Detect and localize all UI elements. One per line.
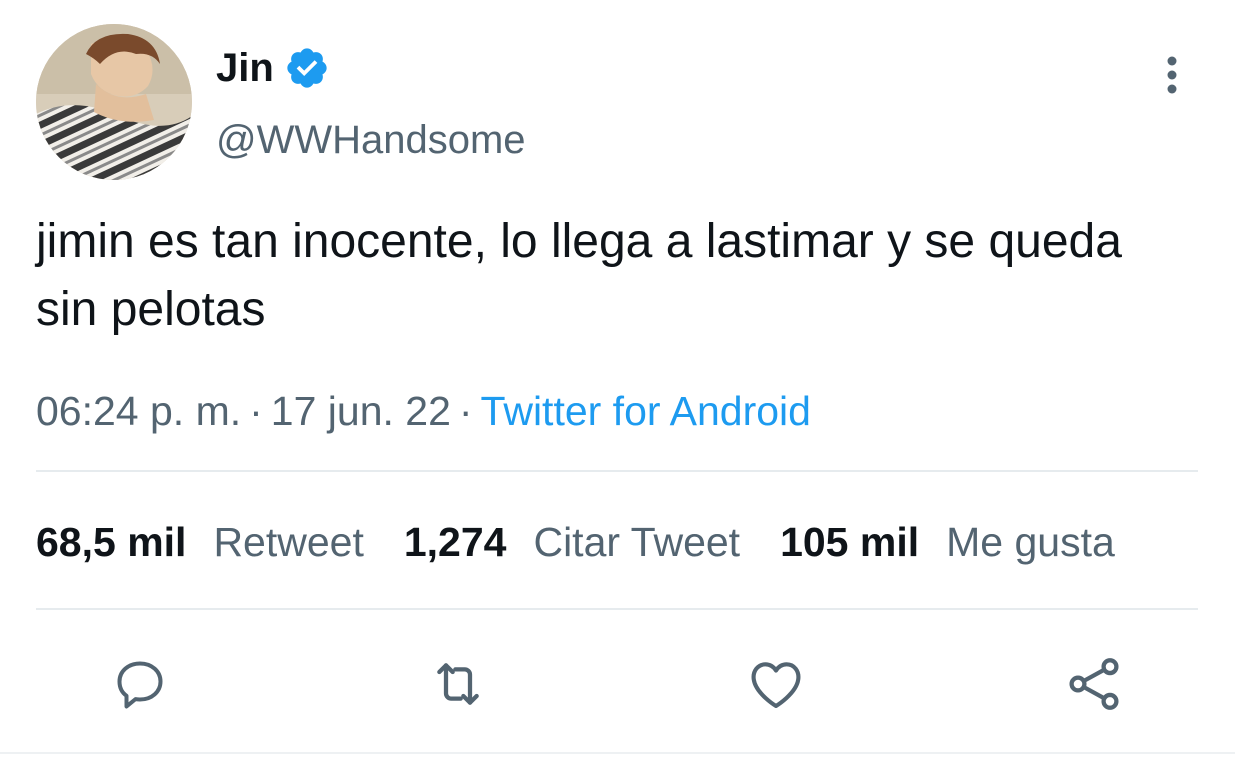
retweets-count: 68,5 mil (36, 519, 187, 565)
tweet-meta: 06:24 p. m. · 17 jun. 22 · Twitter for Andro… (36, 386, 811, 436)
like-button[interactable] (742, 650, 810, 718)
meta-separator: · (458, 388, 473, 434)
more-vertical-icon (1167, 56, 1177, 94)
likes-stat[interactable]: 105 mil Me gusta (780, 516, 1115, 568)
author-handle[interactable]: @WWHandsome (216, 116, 526, 164)
more-options-button[interactable] (1150, 50, 1194, 100)
verified-badge-icon (287, 48, 327, 88)
reply-icon (117, 661, 163, 709)
likes-label: Me gusta (946, 519, 1115, 565)
tweet-stats: 68,5 mil Retweet 1,274 Citar Tweet 105 m… (36, 516, 1115, 568)
like-icon (751, 662, 801, 709)
author-name-row[interactable]: Jin (216, 44, 330, 92)
author-name[interactable]: Jin (216, 44, 274, 92)
profile-photo-icon (36, 24, 192, 180)
likes-count: 105 mil (780, 519, 920, 565)
action-bar (0, 650, 1235, 718)
divider (36, 470, 1198, 472)
tweet-text: jimin es tan inocente, lo llega a lastim… (36, 215, 1136, 336)
share-button[interactable] (1060, 650, 1128, 718)
avatar[interactable] (36, 24, 192, 180)
divider (36, 608, 1198, 610)
share-icon (1069, 658, 1119, 710)
bottom-divider (0, 752, 1235, 754)
reply-button[interactable] (106, 650, 174, 718)
tweet-time: 06:24 p. m. (36, 388, 242, 434)
meta-separator: · (249, 388, 263, 434)
quote-tweets-count: 1,274 (403, 519, 507, 565)
tweet-date[interactable]: 17 jun. 22 (271, 388, 451, 434)
retweet-icon (437, 663, 479, 705)
retweet-button[interactable] (424, 650, 492, 718)
retweets-label: Retweet (213, 519, 364, 565)
retweets-stat[interactable]: 68,5 mil Retweet (36, 516, 364, 568)
quote-tweets-label: Citar Tweet (533, 519, 741, 565)
quote-tweets-stat[interactable]: 1,274 Citar Tweet (404, 516, 740, 568)
tweet-source-link[interactable]: Twitter for Android (481, 388, 811, 434)
